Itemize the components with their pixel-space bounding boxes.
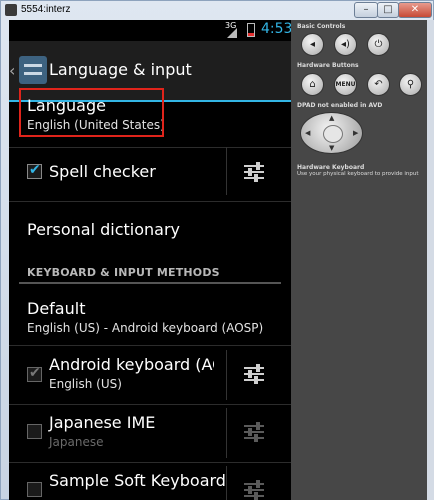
divider	[9, 345, 291, 346]
japanese-ime-checkbox[interactable]	[27, 424, 42, 439]
search-icon[interactable]: ⚲	[399, 73, 422, 96]
emulator-window: 5554:interz – □ ✕ 3G 4:53 ‹ Language & i…	[0, 0, 434, 500]
hardware-buttons-label: Hardware Buttons	[297, 62, 359, 69]
maximize-button[interactable]: □	[377, 2, 399, 18]
home-icon[interactable]: ⌂	[301, 73, 324, 96]
window-border	[427, 20, 434, 500]
japanese-ime-subtitle: Japanese	[49, 435, 104, 449]
section-header: KEYBOARD & INPUT METHODS	[27, 266, 220, 279]
divider	[226, 466, 227, 500]
signal-icon	[227, 28, 237, 38]
default-subtitle: English (US) - Android keyboard (AOSP)	[27, 321, 264, 335]
dpad-left-icon[interactable]: ◀	[305, 129, 310, 137]
divider	[226, 147, 227, 195]
hardware-keyboard-title: Hardware Keyboard	[297, 164, 365, 171]
app-icon	[5, 4, 17, 16]
clock: 4:53	[261, 21, 291, 37]
sample-soft-keyboard-settings-icon[interactable]	[244, 479, 264, 500]
dpad[interactable]: ▲ ▼ ◀ ▶	[300, 112, 363, 154]
back-icon[interactable]: ↶	[367, 73, 390, 96]
settings-app-icon[interactable]	[19, 56, 47, 84]
divider	[226, 350, 227, 400]
hardware-keyboard-desc: Use your physical keyboard to provide in…	[297, 171, 419, 177]
android-screen: 3G 4:53 ‹ Language & input Language Engl…	[9, 20, 291, 500]
window-titlebar[interactable]: 5554:interz – □ ✕	[1, 1, 433, 20]
divider	[9, 462, 291, 463]
list-item-personal-dictionary[interactable]: Personal dictionary	[27, 220, 180, 239]
menu-button[interactable]: MENU	[334, 73, 357, 96]
spell-checker-checkbox[interactable]: ✔	[27, 162, 42, 179]
dpad-note: DPAD not enabled in AVD	[297, 102, 383, 109]
status-bar: 3G 4:53	[9, 20, 291, 41]
divider	[9, 404, 291, 405]
highlight-box	[19, 88, 164, 137]
android-keyboard-subtitle: English (US)	[49, 377, 122, 391]
sample-soft-keyboard-checkbox[interactable]	[27, 482, 42, 497]
section-divider	[19, 282, 281, 284]
check-icon: ✔	[29, 365, 41, 381]
power-icon[interactable]: ⏻	[367, 33, 390, 56]
check-icon: ✔	[29, 162, 41, 178]
up-caret-icon[interactable]: ‹	[9, 61, 15, 80]
japanese-ime-settings-icon[interactable]	[244, 421, 264, 443]
android-keyboard-checkbox[interactable]: ✔	[27, 365, 42, 382]
divider	[9, 201, 291, 202]
volume-up-icon[interactable]: ◂)	[334, 33, 357, 56]
default-title: Default	[27, 299, 86, 318]
page-title: Language & input	[49, 60, 192, 79]
dpad-right-icon[interactable]: ▶	[353, 129, 358, 137]
spell-checker-title: Spell checker	[49, 162, 156, 181]
android-keyboard-title: Android keyboard (AOSP	[49, 355, 214, 374]
basic-controls-label: Basic Controls	[297, 23, 346, 30]
volume-down-icon[interactable]: ◂	[301, 33, 324, 56]
close-button[interactable]: ✕	[398, 2, 432, 18]
window-title: 5554:interz	[21, 4, 71, 15]
japanese-ime-title: Japanese IME	[49, 413, 156, 432]
dpad-down-icon[interactable]: ▼	[329, 144, 334, 152]
minimize-button[interactable]: –	[354, 2, 378, 18]
android-keyboard-settings-icon[interactable]	[244, 363, 264, 385]
sample-soft-keyboard-title: Sample Soft Keyboard	[49, 471, 226, 490]
dpad-center-button[interactable]	[323, 125, 343, 143]
battery-icon	[247, 23, 255, 37]
divider	[226, 408, 227, 458]
spell-checker-settings-icon[interactable]	[244, 161, 264, 183]
emulator-controls-panel: Basic Controls ◂ ◂) ⏻ Hardware Buttons ⌂…	[291, 20, 427, 500]
divider	[9, 147, 291, 148]
dpad-up-icon[interactable]: ▲	[329, 114, 334, 122]
